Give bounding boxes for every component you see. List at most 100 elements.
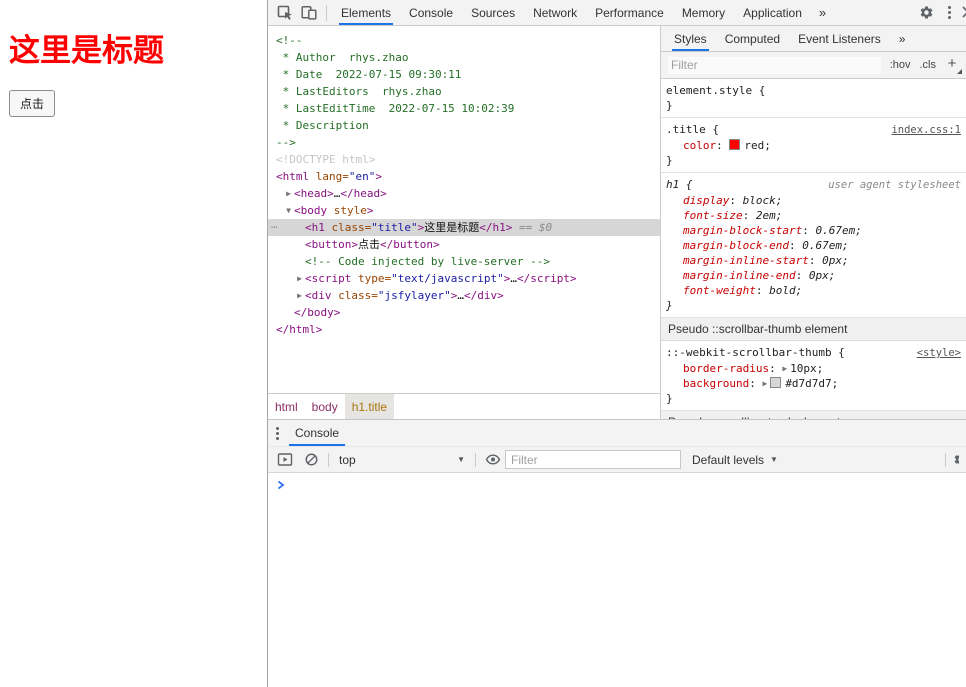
color-swatch[interactable] [729, 139, 741, 150]
css-property[interactable]: margin-inline-end: 0px; [666, 268, 961, 283]
styles-rules-list: element.style {} .title { index.css:1 color… [661, 79, 966, 419]
rule-selector[interactable]: element.style { [666, 83, 765, 98]
stylesheet-link[interactable]: user agent stylesheet [828, 178, 961, 193]
css-property[interactable]: margin-block-start: 0.67em; [666, 223, 961, 238]
rule-selector-line: h1 { user agent stylesheet [666, 177, 961, 193]
css-property-name: background [683, 377, 750, 390]
page-click-button[interactable]: 点击 [9, 90, 56, 117]
css-property-name: font-weight [683, 284, 756, 297]
css-property-value: bold; [769, 284, 803, 297]
console-drawer-tab[interactable]: Console [288, 420, 346, 446]
css-property[interactable]: font-size: 2em; [666, 208, 961, 223]
sidebar-tab-event-listeners[interactable]: Event Listeners [789, 26, 890, 51]
console-messages-area[interactable] [268, 473, 966, 687]
style-rule[interactable]: h1 { user agent stylesheet display: block;… [661, 173, 966, 318]
toolbar-separator [328, 452, 329, 467]
log-levels-dropdown[interactable]: Default levels ▼ [692, 453, 778, 467]
dom-node[interactable]: ▶ <script type="text/javascript">…</scrip… [268, 270, 660, 287]
tree-expand-arrow-icon[interactable]: ▶ [294, 287, 305, 304]
rule-selector-line: element.style { [666, 83, 961, 98]
devtools-tab-memory[interactable]: Memory [673, 0, 734, 25]
more-sidebar-tabs-chevron[interactable]: » [890, 26, 915, 51]
close-devtools-icon[interactable] [961, 5, 966, 21]
dom-node[interactable]: * LastEditTime 2022-07-15 10:02:39 [268, 100, 660, 117]
toggle-class-button[interactable]: .cls [920, 59, 937, 71]
css-property[interactable]: color: red; [666, 138, 961, 153]
toggle-hover-state-button[interactable]: :hov [890, 59, 911, 71]
dom-tree: <!-- * Author rhys.zhao * Date 2022-07-1… [268, 26, 660, 393]
style-rule[interactable]: element.style {} [661, 79, 966, 118]
rule-selector[interactable]: ::-webkit-scrollbar-thumb { [666, 345, 845, 360]
dom-node[interactable]: … <h1 class="title">这里是标题</h1> == $0 [268, 218, 660, 236]
devtools-tab-console[interactable]: Console [400, 0, 462, 25]
expand-value-icon[interactable]: ▶ [782, 364, 787, 373]
sidebar-tab-computed[interactable]: Computed [716, 26, 789, 51]
dom-node[interactable]: * Author rhys.zhao [268, 49, 660, 66]
devtools-tab-application[interactable]: Application [734, 0, 811, 25]
javascript-context-dropdown[interactable]: top ▼ [336, 453, 468, 467]
dom-node[interactable]: ▶ <div class="jsfylayer">…</div> [268, 287, 660, 304]
dom-node[interactable]: <html lang="en"> [268, 168, 660, 185]
device-toolbar-icon[interactable] [297, 1, 321, 25]
dom-node[interactable]: ▶ <head>…</head> [268, 185, 660, 202]
stylesheet-link[interactable]: index.css:1 [891, 123, 961, 138]
color-swatch[interactable] [770, 377, 782, 388]
more-options-icon[interactable] [938, 6, 961, 19]
breadcrumb: html body h1.title [268, 393, 660, 419]
new-style-rule-button[interactable]: + [945, 56, 962, 74]
styles-filter-input[interactable] [668, 56, 881, 74]
dom-node[interactable]: * LastEditors rhys.zhao [268, 83, 660, 100]
rule-closing-brace: } [666, 154, 673, 167]
sidebar-tab-styles[interactable]: Styles [665, 26, 716, 51]
devtools-tab-network[interactable]: Network [524, 0, 586, 25]
dom-node[interactable]: ▼ <body style> [268, 202, 660, 219]
settings-gear-icon[interactable] [914, 1, 938, 25]
live-expression-eye-icon[interactable] [483, 450, 503, 470]
console-settings-gear-icon[interactable] [953, 452, 959, 468]
css-property[interactable]: display: block; [666, 193, 961, 208]
page-title: 这里是标题 [9, 33, 164, 68]
devtools-panel: Elements Console Sources Network Performance… [268, 0, 966, 687]
css-property[interactable]: margin-block-end: 0.67em; [666, 238, 961, 253]
dom-node[interactable]: <!-- [268, 32, 660, 49]
breadcrumb-item-h1-title[interactable]: h1.title [344, 394, 395, 419]
inspect-element-icon[interactable] [273, 1, 297, 25]
expand-value-icon[interactable]: ▶ [762, 379, 767, 388]
dom-node[interactable]: </html> [268, 321, 660, 338]
devtools-tab-sources[interactable]: Sources [462, 0, 524, 25]
dom-node[interactable]: * Description [268, 117, 660, 134]
elements-pane: <!-- * Author rhys.zhao * Date 2022-07-1… [268, 26, 660, 419]
tree-expand-arrow-icon[interactable]: ▼ [283, 202, 294, 219]
dom-node[interactable]: <!-- Code injected by live-server --> [268, 253, 660, 270]
dom-node[interactable]: --> [268, 134, 660, 151]
dom-node[interactable]: * Date 2022-07-15 09:30:11 [268, 66, 660, 83]
style-rule[interactable]: .title { index.css:1 color: red;} [661, 118, 966, 173]
pseudo-element-header: Pseudo ::scrollbar-thumb element [661, 318, 966, 341]
stylesheet-link[interactable]: <style> [917, 346, 961, 361]
console-prompt[interactable] [277, 480, 966, 490]
devtools-tab-performance[interactable]: Performance [586, 0, 673, 25]
clear-console-icon[interactable] [301, 450, 321, 470]
console-sidebar-icon[interactable] [275, 450, 295, 470]
devtools-tab-elements[interactable]: Elements [332, 0, 400, 25]
dom-node[interactable]: </body> [268, 304, 660, 321]
tree-expand-arrow-icon[interactable]: ▶ [294, 270, 305, 287]
styles-sidebar: StylesComputedEvent Listeners » :hov .cl… [660, 26, 966, 419]
dom-node[interactable]: <button>点击</button> [268, 236, 660, 253]
breadcrumb-item-body[interactable]: body [305, 394, 345, 419]
css-property[interactable]: margin-inline-start: 0px; [666, 253, 961, 268]
tree-expand-arrow-icon[interactable]: ▶ [283, 185, 294, 202]
rule-closing-brace: } [666, 392, 673, 405]
css-property[interactable]: font-weight: bold; [666, 283, 961, 298]
style-rule[interactable]: ::-webkit-scrollbar-thumb { <style> border… [661, 341, 966, 411]
console-filter-input[interactable] [505, 450, 681, 469]
dom-node[interactable]: <!DOCTYPE html> [268, 151, 660, 168]
rule-selector[interactable]: .title { [666, 122, 719, 137]
css-property[interactable]: border-radius: ▶ 10px; [666, 361, 961, 376]
css-property[interactable]: background: ▶ #d7d7d7; [666, 376, 961, 391]
drawer-menu-icon[interactable] [268, 426, 279, 440]
css-property-value: #d7d7d7; [785, 377, 839, 390]
rule-selector[interactable]: h1 { [666, 177, 693, 192]
breadcrumb-item-html[interactable]: html [268, 394, 305, 419]
more-tabs-chevron[interactable]: » [811, 0, 834, 25]
